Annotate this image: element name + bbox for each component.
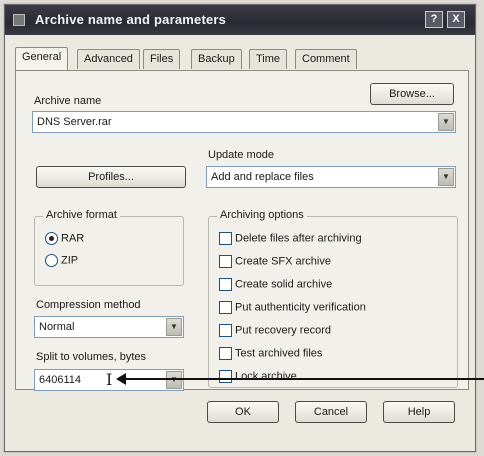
archive-dialog: Archive name and parameters ? X General … <box>4 4 476 452</box>
profiles-button[interactable]: Profiles... <box>36 166 186 188</box>
help-button[interactable]: Help <box>383 401 455 423</box>
chevron-down-icon[interactable]: ▼ <box>438 113 454 131</box>
window-title: Archive name and parameters <box>35 12 227 27</box>
checkbox-icon[interactable] <box>219 347 232 360</box>
checkbox-icon[interactable] <box>219 232 232 245</box>
app-icon <box>13 14 25 26</box>
update-mode-label: Update mode <box>208 149 275 161</box>
update-mode-value: Add and replace files <box>211 171 314 183</box>
check-label: Put recovery record <box>235 324 331 337</box>
checkbox-icon[interactable] <box>219 255 232 268</box>
checkbox-icon[interactable] <box>219 278 232 291</box>
chevron-down-icon[interactable]: ▼ <box>166 318 182 336</box>
help-icon[interactable]: ? <box>425 11 443 28</box>
tab-advanced[interactable]: Advanced <box>77 49 140 69</box>
check-label: Lock archive <box>235 370 297 383</box>
text-cursor-icon: I <box>106 370 113 389</box>
compression-combo[interactable]: Normal ▼ <box>34 316 184 338</box>
check-create-solid[interactable]: Create solid archive <box>219 278 332 291</box>
check-lock-archive[interactable]: Lock archive <box>219 370 297 383</box>
annotation-arrow-line <box>122 378 484 380</box>
radio-zip-label: ZIP <box>61 254 79 267</box>
check-label: Put authenticity verification <box>235 301 366 314</box>
split-value: 6406114 <box>39 374 82 386</box>
archive-format-group: Archive format RAR ZIP <box>34 209 184 286</box>
general-panel: Archive name Browse... DNS Server.rar ▼ … <box>15 70 469 391</box>
archiving-options-group: Archiving options Delete files after arc… <box>208 209 458 388</box>
close-icon[interactable]: X <box>447 11 465 28</box>
tab-comment[interactable]: Comment <box>295 49 357 69</box>
compression-value: Normal <box>39 321 75 333</box>
checkbox-icon[interactable] <box>219 370 232 383</box>
check-create-sfx[interactable]: Create SFX archive <box>219 255 331 268</box>
title-bar[interactable]: Archive name and parameters ? X <box>5 5 475 35</box>
chevron-down-icon[interactable]: ▼ <box>166 371 182 389</box>
tab-time[interactable]: Time <box>249 49 288 69</box>
checkbox-icon[interactable] <box>219 301 232 314</box>
archive-format-title: Archive format <box>43 209 120 221</box>
radio-rar[interactable]: RAR <box>45 232 84 245</box>
radio-zip[interactable]: ZIP <box>45 254 78 267</box>
tab-backup[interactable]: Backup <box>191 49 242 69</box>
archive-name-label: Archive name <box>34 95 102 107</box>
check-label: Delete files after archiving <box>235 232 362 245</box>
check-delete-files[interactable]: Delete files after archiving <box>219 232 362 245</box>
radio-unchecked-icon[interactable] <box>45 254 58 267</box>
radio-checked-icon[interactable] <box>45 232 58 245</box>
chevron-down-icon[interactable]: ▼ <box>438 168 454 186</box>
archiving-options-title: Archiving options <box>217 209 307 221</box>
archive-name-combo[interactable]: DNS Server.rar ▼ <box>32 111 456 133</box>
check-label: Create solid archive <box>235 278 333 291</box>
update-mode-combo[interactable]: Add and replace files ▼ <box>206 166 456 188</box>
compression-label: Compression method <box>36 299 141 311</box>
checkbox-icon[interactable] <box>219 324 232 337</box>
check-label: Create SFX archive <box>235 255 331 268</box>
check-recovery-record[interactable]: Put recovery record <box>219 324 331 337</box>
tab-files[interactable]: Files <box>143 49 181 69</box>
annotation-arrow-icon <box>116 373 126 385</box>
split-label: Split to volumes, bytes <box>36 351 147 363</box>
ok-button[interactable]: OK <box>207 401 279 423</box>
radio-rar-label: RAR <box>61 232 85 245</box>
check-label: Test archived files <box>235 347 323 360</box>
browse-button[interactable]: Browse... <box>370 83 454 105</box>
cancel-button[interactable]: Cancel <box>295 401 367 423</box>
check-test-archived[interactable]: Test archived files <box>219 347 322 360</box>
archive-name-value: DNS Server.rar <box>37 116 112 128</box>
tab-general[interactable]: General <box>15 47 69 70</box>
check-authenticity[interactable]: Put authenticity verification <box>219 301 366 314</box>
